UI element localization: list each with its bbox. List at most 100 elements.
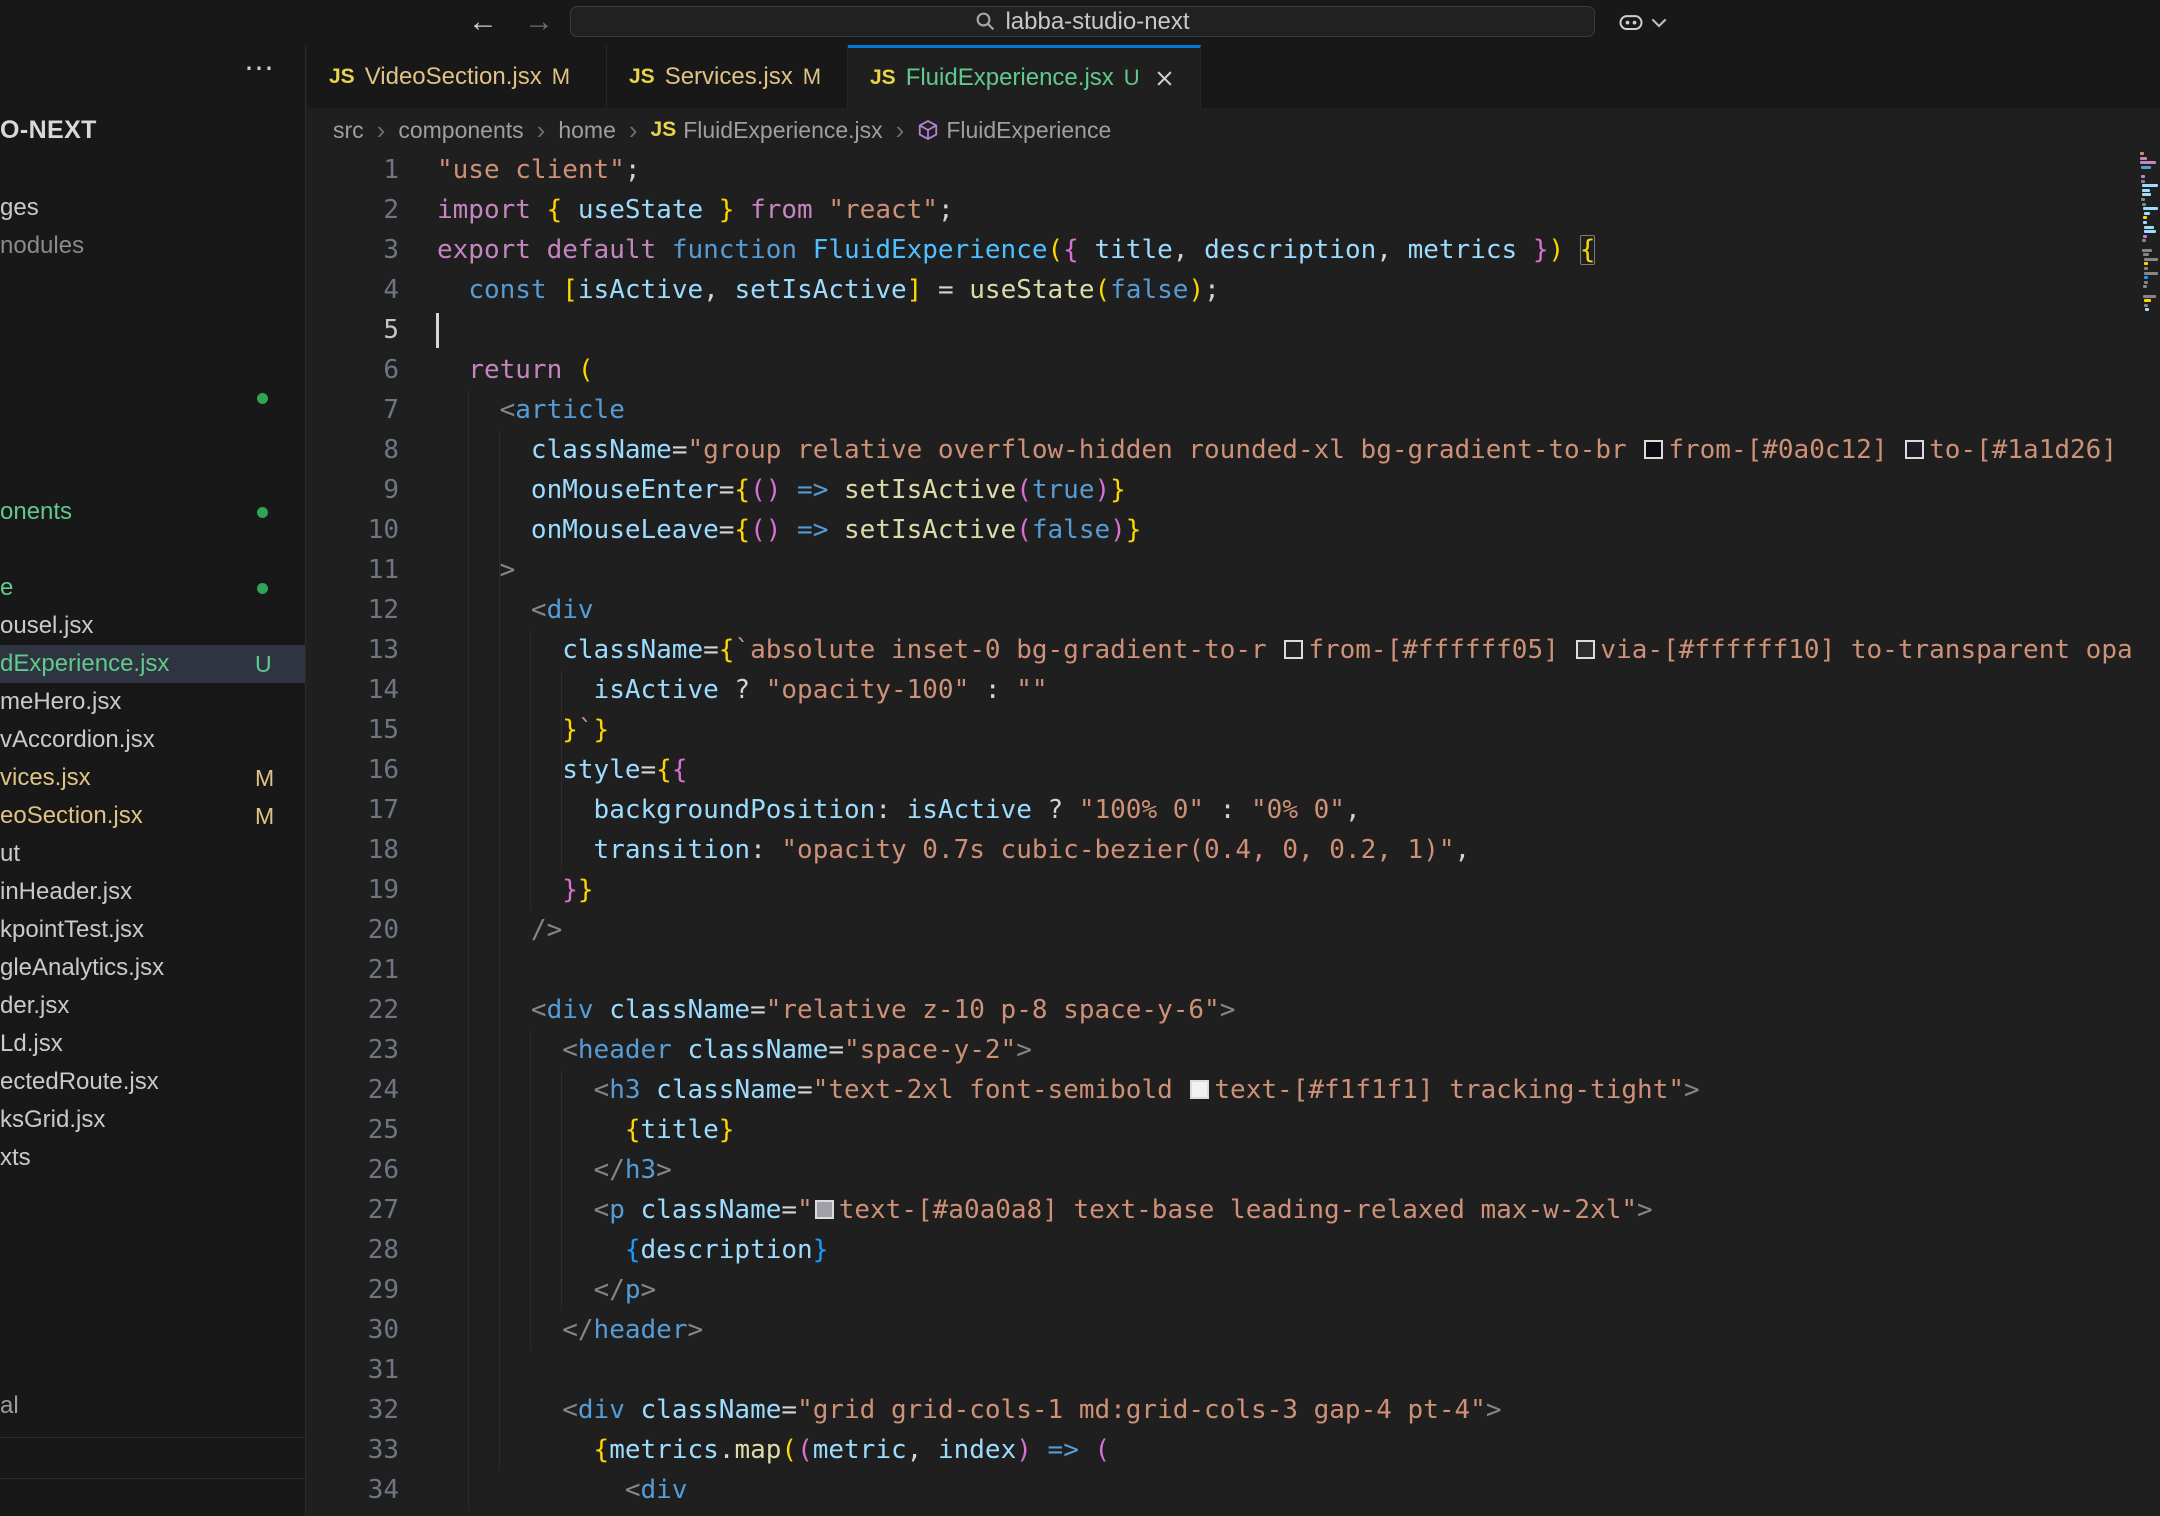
tab-fluidexperience-jsx[interactable]: JSFluidExperience.jsxU: [848, 45, 1201, 108]
explorer-item-xts[interactable]: xts: [0, 1139, 306, 1177]
code-line-13[interactable]: className={`absolute inset-0 bg-gradient…: [437, 630, 2133, 670]
explorer-item-ousel-jsx[interactable]: ousel.jsx: [0, 607, 306, 645]
code-line-2[interactable]: import { useState } from "react";: [437, 190, 954, 230]
code-token: :: [875, 795, 906, 825]
tab-videosection-jsx[interactable]: JSVideoSection.jsxM: [307, 45, 607, 108]
code-line-26[interactable]: </h3>: [437, 1150, 672, 1190]
git-status-badge: M: [255, 797, 274, 835]
code-line-8[interactable]: className="group relative overflow-hidde…: [437, 430, 2117, 470]
minimap-line: [2144, 212, 2150, 215]
code-line-15[interactable]: }`}: [437, 710, 609, 750]
code-line-4[interactable]: const [isActive, setIsActive] = useState…: [437, 270, 1220, 310]
code-token: =: [922, 275, 969, 305]
code-token: {: [734, 515, 750, 545]
code-line-20[interactable]: />: [437, 910, 562, 950]
code-token: <: [562, 1395, 578, 1425]
code-line-6[interactable]: return (: [437, 350, 594, 390]
code-line-33[interactable]: {metrics.map((metric, index) => (: [437, 1430, 1110, 1470]
minimap-line: [2144, 230, 2156, 233]
code-token: "grid grid-cols-1 md:grid-cols-3 gap-4 p…: [797, 1395, 1486, 1425]
line-number: 16: [307, 750, 399, 790]
line-number: 4: [307, 270, 399, 310]
code-line-27[interactable]: <p className="text-[#a0a0a8] text-base l…: [437, 1190, 1653, 1230]
explorer-item-vices-jsx[interactable]: vices.jsxM: [0, 759, 306, 797]
code-token: [531, 235, 547, 265]
code-line-14[interactable]: isActive ? "opacity-100" : "": [437, 670, 1048, 710]
code-editor[interactable]: 1"use client";2import { useState } from …: [307, 150, 2160, 1516]
code-line-29[interactable]: </p>: [437, 1270, 656, 1310]
explorer-section-header[interactable]: O-NEXT: [0, 111, 97, 149]
code-token: "text-2xl font-semibold: [813, 1075, 1189, 1105]
code-line-22[interactable]: <div className="relative z-10 p-8 space-…: [437, 990, 1235, 1030]
breadcrumb-item-components[interactable]: components: [398, 117, 523, 144]
explorer-item-eosection-jsx[interactable]: eoSection.jsxM: [0, 797, 306, 835]
code-token: />: [531, 915, 562, 945]
explorer-item-onents[interactable]: onents: [0, 493, 306, 531]
explorer-item-der-jsx[interactable]: der.jsx: [0, 987, 306, 1025]
code-line-9[interactable]: onMouseEnter={() => setIsActive(true)}: [437, 470, 1126, 510]
code-token: h3: [609, 1075, 640, 1105]
explorer-item-unnamed[interactable]: [0, 379, 306, 417]
back-arrow-button[interactable]: ←: [468, 0, 498, 45]
explorer-more-actions-button[interactable]: ⋯: [244, 51, 278, 86]
explorer-item-ectedroute-jsx[interactable]: ectedRoute.jsx: [0, 1063, 306, 1101]
explorer-item-ut[interactable]: ut: [0, 835, 306, 873]
close-icon[interactable]: [1156, 70, 1173, 87]
code-token: =: [781, 1395, 797, 1425]
breadcrumb-item-src[interactable]: src: [333, 117, 364, 144]
breadcrumb-item-fluidexperience-jsx[interactable]: JSFluidExperience.jsx: [651, 117, 883, 144]
code-line-28[interactable]: {description}: [437, 1230, 828, 1270]
breadcrumb-item-home[interactable]: home: [558, 117, 616, 144]
tab-services-jsx[interactable]: JSServices.jsxM: [607, 45, 848, 108]
code-line-10[interactable]: onMouseLeave={() => setIsActive(false)}: [437, 510, 1141, 550]
code-token: }: [813, 1235, 829, 1265]
code-token: (: [797, 1435, 813, 1465]
account-menu-button[interactable]: [1616, 8, 1667, 36]
code-token: =: [828, 1035, 844, 1065]
explorer-item-inheader-jsx[interactable]: inHeader.jsx: [0, 873, 306, 911]
code-token: [437, 435, 531, 465]
breadcrumb-item-fluidexperience[interactable]: FluidExperience: [917, 117, 1111, 144]
code-line-34[interactable]: <div: [437, 1470, 687, 1510]
explorer-item-nodules[interactable]: nodules: [0, 227, 306, 265]
code-token: [: [562, 275, 578, 305]
code-line-25[interactable]: {title}: [437, 1110, 734, 1150]
sidebar-footer-label[interactable]: al: [0, 1387, 19, 1425]
code-line-18[interactable]: transition: "opacity 0.7s cubic-bezier(0…: [437, 830, 1470, 870]
explorer-item-gleanalytics-jsx[interactable]: gleAnalytics.jsx: [0, 949, 306, 987]
code-token: ,: [1455, 835, 1471, 865]
code-line-17[interactable]: backgroundPosition: isActive ? "100% 0" …: [437, 790, 1361, 830]
code-line-7[interactable]: <article: [437, 390, 625, 430]
code-line-12[interactable]: <div: [437, 590, 594, 630]
code-line-30[interactable]: </header>: [437, 1310, 703, 1350]
breadcrumb: src›components›home›JSFluidExperience.js…: [333, 108, 1111, 152]
explorer-item-mehero-jsx[interactable]: meHero.jsx: [0, 683, 306, 721]
code-line-3[interactable]: export default function FluidExperience(…: [437, 230, 1595, 270]
explorer-item-dexperience-jsx[interactable]: dExperience.jsxU: [0, 645, 306, 683]
command-center-search[interactable]: labba-studio-next: [570, 6, 1595, 37]
code-line-16[interactable]: style={{: [437, 750, 687, 790]
explorer-item-ksgrid-jsx[interactable]: ksGrid.jsx: [0, 1101, 306, 1139]
file-label: kpointTest.jsx: [0, 916, 144, 943]
minimap-line: [2143, 216, 2147, 219]
forward-arrow-button[interactable]: →: [524, 0, 554, 45]
code-line-32[interactable]: <div className="grid grid-cols-1 md:grid…: [437, 1390, 1501, 1430]
code-token: {: [625, 1115, 641, 1145]
code-line-24[interactable]: <h3 className="text-2xl font-semibold te…: [437, 1070, 1700, 1110]
code-token: <: [562, 1035, 578, 1065]
explorer-item-ld-jsx[interactable]: Ld.jsx: [0, 1025, 306, 1063]
code-line-11[interactable]: >: [437, 550, 515, 590]
explorer-item-ges[interactable]: ges: [0, 189, 306, 227]
minimap-line: [2141, 198, 2145, 201]
explorer-item-vaccordion-jsx[interactable]: vAccordion.jsx: [0, 721, 306, 759]
explorer-item-e[interactable]: e: [0, 569, 306, 607]
explorer-item-kpointtest-jsx[interactable]: kpointTest.jsx: [0, 911, 306, 949]
code-line-35[interactable]: key={index}: [437, 1510, 828, 1516]
code-line-19[interactable]: }}: [437, 870, 594, 910]
code-token: <: [531, 995, 547, 1025]
line-number: 34: [307, 1470, 399, 1510]
code-line-1[interactable]: "use client";: [437, 150, 641, 190]
code-token: }: [1110, 475, 1126, 505]
line-number: 9: [307, 470, 399, 510]
code-line-23[interactable]: <header className="space-y-2">: [437, 1030, 1032, 1070]
